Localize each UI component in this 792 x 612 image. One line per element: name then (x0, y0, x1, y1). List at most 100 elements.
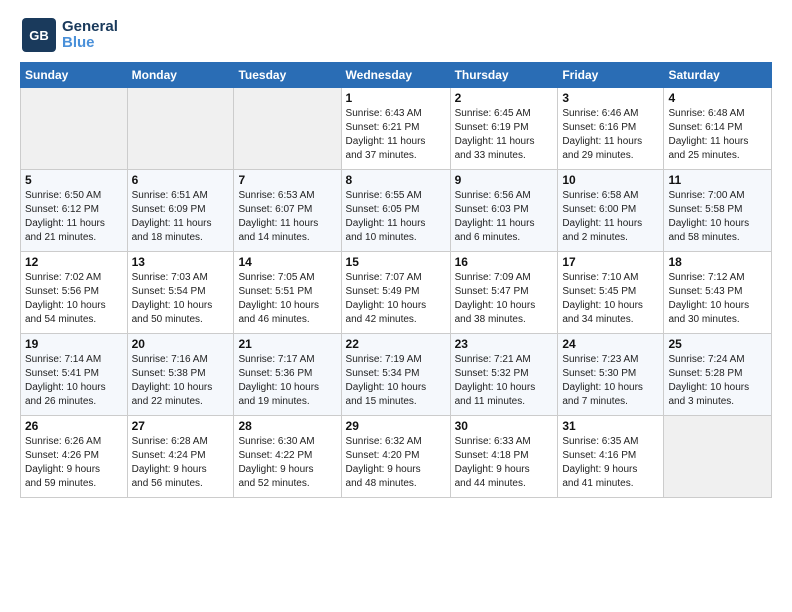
day-cell: 22 Sunrise: 7:19 AM Sunset: 5:34 PM Dayli… (341, 334, 450, 416)
day-info: Sunrise: 7:05 AM Sunset: 5:51 PM Dayligh… (238, 271, 336, 327)
day-cell: 25 Sunrise: 7:24 AM Sunset: 5:28 PM Dayli… (664, 334, 772, 416)
logo-line2: Blue (62, 35, 118, 52)
day-number: 3 (562, 91, 659, 105)
day-info: Sunrise: 6:51 AM Sunset: 6:09 PM Dayligh… (132, 189, 230, 245)
day-number: 16 (455, 255, 554, 269)
day-cell: 13Sunrise: 7:03 AM Sunset: 5:54 PM Dayli… (127, 252, 234, 334)
day-info: Sunrise: 7:24 AM Sunset: 5:28 PM Dayligh… (668, 353, 767, 409)
day-info: Sunrise: 7:07 AM Sunset: 5:49 PM Dayligh… (346, 271, 446, 327)
day-info: Sunrise: 6:43 AM Sunset: 6:21 PM Dayligh… (346, 107, 446, 163)
day-cell: 30 Sunrise: 6:33 AM Sunset: 4:18 PM Dayli… (450, 416, 558, 498)
day-info: Sunrise: 6:55 AM Sunset: 6:05 PM Dayligh… (346, 189, 446, 245)
day-cell (664, 416, 772, 498)
day-number: 26 (25, 419, 123, 433)
day-number: 12 (25, 255, 123, 269)
day-cell: 24 Sunrise: 7:23 AM Sunset: 5:30 PM Dayli… (558, 334, 664, 416)
day-number: 10 (562, 173, 659, 187)
day-cell: 1 Sunrise: 6:43 AM Sunset: 6:21 PM Daylig… (341, 88, 450, 170)
header-sunday: Sunday (21, 63, 128, 88)
day-info: Sunrise: 7:10 AM Sunset: 5:45 PM Dayligh… (562, 271, 659, 327)
day-cell: 2Sunrise: 6:45 AM Sunset: 6:19 PM Daylig… (450, 88, 558, 170)
day-cell: 7 Sunrise: 6:53 AM Sunset: 6:07 PM Daylig… (234, 170, 341, 252)
day-info: Sunrise: 7:17 AM Sunset: 5:36 PM Dayligh… (238, 353, 336, 409)
week-row-3: 12 Sunrise: 7:02 AM Sunset: 5:56 PM Dayli… (21, 252, 772, 334)
header: GB General Blue (20, 16, 772, 54)
day-cell: 11 Sunrise: 7:00 AM Sunset: 5:58 PM Dayli… (664, 170, 772, 252)
day-info: Sunrise: 6:33 AM Sunset: 4:18 PM Dayligh… (455, 435, 554, 491)
day-number: 30 (455, 419, 554, 433)
week-row-4: 19 Sunrise: 7:14 AM Sunset: 5:41 PM Dayli… (21, 334, 772, 416)
day-info: Sunrise: 7:00 AM Sunset: 5:58 PM Dayligh… (668, 189, 767, 245)
day-info: Sunrise: 7:19 AM Sunset: 5:34 PM Dayligh… (346, 353, 446, 409)
day-cell (21, 88, 128, 170)
day-info: Sunrise: 7:12 AM Sunset: 5:43 PM Dayligh… (668, 271, 767, 327)
day-number: 19 (25, 337, 123, 351)
day-info: Sunrise: 7:03 AM Sunset: 5:54 PM Dayligh… (132, 271, 230, 327)
day-cell: 28Sunrise: 6:30 AM Sunset: 4:22 PM Dayli… (234, 416, 341, 498)
day-number: 15 (346, 255, 446, 269)
day-number: 6 (132, 173, 230, 187)
day-number: 29 (346, 419, 446, 433)
day-info: Sunrise: 7:16 AM Sunset: 5:38 PM Dayligh… (132, 353, 230, 409)
header-wednesday: Wednesday (341, 63, 450, 88)
day-cell: 15 Sunrise: 7:07 AM Sunset: 5:49 PM Dayli… (341, 252, 450, 334)
day-cell: 6 Sunrise: 6:51 AM Sunset: 6:09 PM Daylig… (127, 170, 234, 252)
day-cell: 14Sunrise: 7:05 AM Sunset: 5:51 PM Dayli… (234, 252, 341, 334)
day-cell (234, 88, 341, 170)
day-cell: 10 Sunrise: 6:58 AM Sunset: 6:00 PM Dayli… (558, 170, 664, 252)
day-cell: 4Sunrise: 6:48 AM Sunset: 6:14 PM Daylig… (664, 88, 772, 170)
header-friday: Friday (558, 63, 664, 88)
day-info: Sunrise: 6:50 AM Sunset: 6:12 PM Dayligh… (25, 189, 123, 245)
day-info: Sunrise: 6:32 AM Sunset: 4:20 PM Dayligh… (346, 435, 446, 491)
day-info: Sunrise: 7:23 AM Sunset: 5:30 PM Dayligh… (562, 353, 659, 409)
day-info: Sunrise: 7:21 AM Sunset: 5:32 PM Dayligh… (455, 353, 554, 409)
calendar-header-row: SundayMondayTuesdayWednesdayThursdayFrid… (21, 63, 772, 88)
day-number: 24 (562, 337, 659, 351)
logo-line1: General (62, 19, 118, 36)
day-info: Sunrise: 6:56 AM Sunset: 6:03 PM Dayligh… (455, 189, 554, 245)
day-cell: 8 Sunrise: 6:55 AM Sunset: 6:05 PM Daylig… (341, 170, 450, 252)
day-cell: 16 Sunrise: 7:09 AM Sunset: 5:47 PM Dayli… (450, 252, 558, 334)
day-cell: 20Sunrise: 7:16 AM Sunset: 5:38 PM Dayli… (127, 334, 234, 416)
day-info: Sunrise: 6:48 AM Sunset: 6:14 PM Dayligh… (668, 107, 767, 163)
day-number: 28 (238, 419, 336, 433)
day-cell: 29 Sunrise: 6:32 AM Sunset: 4:20 PM Dayli… (341, 416, 450, 498)
week-row-5: 26 Sunrise: 6:26 AM Sunset: 4:26 PM Dayli… (21, 416, 772, 498)
day-number: 5 (25, 173, 123, 187)
header-monday: Monday (127, 63, 234, 88)
day-info: Sunrise: 7:14 AM Sunset: 5:41 PM Dayligh… (25, 353, 123, 409)
day-cell: 27 Sunrise: 6:28 AM Sunset: 4:24 PM Dayli… (127, 416, 234, 498)
day-cell (127, 88, 234, 170)
day-number: 22 (346, 337, 446, 351)
page: GB General Blue SundayMondayTuesdayWedne… (0, 0, 792, 508)
day-cell: 23Sunrise: 7:21 AM Sunset: 5:32 PM Dayli… (450, 334, 558, 416)
day-cell: 21 Sunrise: 7:17 AM Sunset: 5:36 PM Dayli… (234, 334, 341, 416)
day-number: 18 (668, 255, 767, 269)
day-cell: 26 Sunrise: 6:26 AM Sunset: 4:26 PM Dayli… (21, 416, 128, 498)
day-cell: 17 Sunrise: 7:10 AM Sunset: 5:45 PM Dayli… (558, 252, 664, 334)
day-number: 27 (132, 419, 230, 433)
day-info: Sunrise: 7:09 AM Sunset: 5:47 PM Dayligh… (455, 271, 554, 327)
day-info: Sunrise: 6:58 AM Sunset: 6:00 PM Dayligh… (562, 189, 659, 245)
day-number: 7 (238, 173, 336, 187)
week-row-2: 5 Sunrise: 6:50 AM Sunset: 6:12 PM Daylig… (21, 170, 772, 252)
day-number: 1 (346, 91, 446, 105)
day-number: 2 (455, 91, 554, 105)
day-info: Sunrise: 6:28 AM Sunset: 4:24 PM Dayligh… (132, 435, 230, 491)
day-number: 17 (562, 255, 659, 269)
svg-text:GB: GB (29, 28, 49, 43)
header-tuesday: Tuesday (234, 63, 341, 88)
day-cell: 19 Sunrise: 7:14 AM Sunset: 5:41 PM Dayli… (21, 334, 128, 416)
day-info: Sunrise: 6:26 AM Sunset: 4:26 PM Dayligh… (25, 435, 123, 491)
day-cell: 18 Sunrise: 7:12 AM Sunset: 5:43 PM Dayli… (664, 252, 772, 334)
day-info: Sunrise: 6:53 AM Sunset: 6:07 PM Dayligh… (238, 189, 336, 245)
day-number: 11 (668, 173, 767, 187)
day-number: 21 (238, 337, 336, 351)
day-number: 25 (668, 337, 767, 351)
logo: GB General Blue (20, 16, 118, 54)
day-info: Sunrise: 7:02 AM Sunset: 5:56 PM Dayligh… (25, 271, 123, 327)
day-cell: 9Sunrise: 6:56 AM Sunset: 6:03 PM Daylig… (450, 170, 558, 252)
day-number: 8 (346, 173, 446, 187)
day-info: Sunrise: 6:35 AM Sunset: 4:16 PM Dayligh… (562, 435, 659, 491)
day-cell: 31Sunrise: 6:35 AM Sunset: 4:16 PM Dayli… (558, 416, 664, 498)
